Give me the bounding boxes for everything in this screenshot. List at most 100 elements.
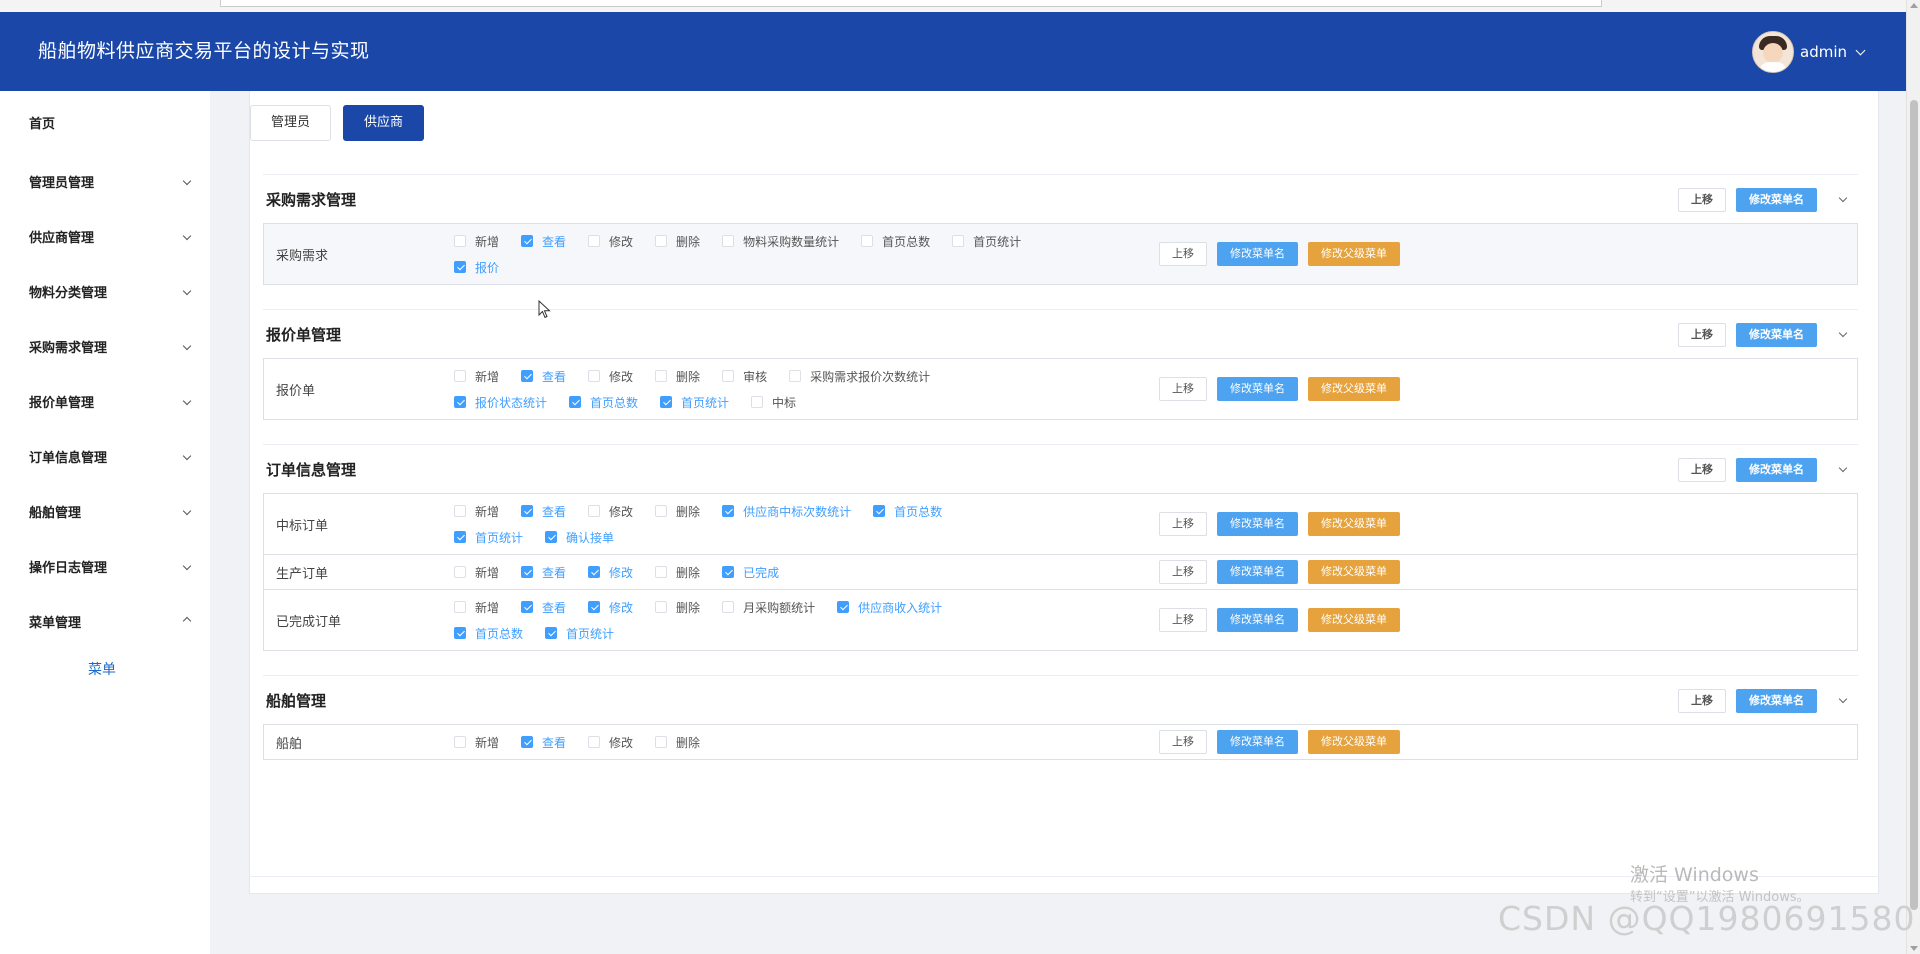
move-up-button[interactable]: 上移	[1159, 730, 1207, 754]
permission-checkbox[interactable]: 查看	[521, 231, 566, 251]
checkbox-checked-icon[interactable]	[454, 261, 466, 273]
checkbox-checked-icon[interactable]	[660, 396, 673, 408]
checkbox-icon[interactable]	[655, 505, 668, 517]
change-parent-menu-button[interactable]: 修改父级菜单	[1308, 377, 1400, 401]
permission-checkbox[interactable]: 新增	[454, 597, 499, 617]
collapse-toggle-icon[interactable]	[1838, 328, 1848, 338]
move-up-button[interactable]: 上移	[1159, 560, 1207, 584]
permission-checkbox[interactable]: 新增	[454, 231, 499, 251]
rename-menu-button[interactable]: 修改菜单名	[1217, 560, 1298, 584]
move-up-button[interactable]: 上移	[1678, 323, 1726, 347]
checkbox-icon[interactable]	[454, 235, 466, 247]
permission-checkbox[interactable]: 首页总数	[873, 501, 942, 521]
permission-checkbox[interactable]: 删除	[655, 597, 700, 617]
permission-checkbox[interactable]: 修改	[588, 562, 633, 582]
sidebar-subitem[interactable]: 菜单	[0, 649, 210, 689]
change-parent-menu-button[interactable]: 修改父级菜单	[1308, 730, 1400, 754]
permission-checkbox[interactable]: 查看	[521, 562, 566, 582]
checkbox-icon[interactable]	[655, 235, 668, 247]
collapse-toggle-icon[interactable]	[1838, 193, 1848, 203]
permission-checkbox[interactable]: 报价状态统计	[454, 392, 547, 412]
checkbox-icon[interactable]	[952, 235, 965, 247]
permission-checkbox[interactable]: 删除	[655, 562, 700, 582]
move-up-button[interactable]: 上移	[1159, 512, 1207, 536]
checkbox-icon[interactable]	[655, 566, 668, 578]
permission-checkbox[interactable]: 删除	[655, 231, 700, 251]
move-up-button[interactable]: 上移	[1159, 242, 1207, 266]
permission-checkbox[interactable]: 首页统计	[454, 527, 523, 547]
role-tab[interactable]: 管理员	[250, 105, 332, 141]
permission-checkbox[interactable]: 报价	[454, 257, 499, 277]
checkbox-icon[interactable]	[454, 736, 466, 748]
rename-menu-button[interactable]: 修改菜单名	[1217, 377, 1298, 401]
permission-checkbox[interactable]: 审核	[722, 366, 767, 386]
checkbox-icon[interactable]	[655, 601, 668, 613]
move-up-button[interactable]: 上移	[1678, 458, 1726, 482]
move-up-button[interactable]: 上移	[1678, 188, 1726, 212]
checkbox-icon[interactable]	[588, 235, 601, 247]
checkbox-icon[interactable]	[722, 235, 735, 247]
sidebar-item[interactable]: 报价单管理	[0, 374, 210, 429]
collapse-toggle-icon[interactable]	[1838, 463, 1848, 473]
permission-checkbox[interactable]: 修改	[588, 732, 633, 752]
checkbox-checked-icon[interactable]	[722, 566, 735, 578]
scroll-down-icon[interactable]	[1910, 946, 1918, 951]
checkbox-icon[interactable]	[454, 566, 466, 578]
move-up-button[interactable]: 上移	[1159, 377, 1207, 401]
permission-checkbox[interactable]: 供应商中标次数统计	[722, 501, 851, 521]
checkbox-icon[interactable]	[722, 370, 735, 382]
checkbox-icon[interactable]	[655, 370, 668, 382]
checkbox-icon[interactable]	[454, 370, 466, 382]
vertical-scrollbar[interactable]	[1906, 0, 1920, 954]
permission-checkbox[interactable]: 新增	[454, 501, 499, 521]
checkbox-icon[interactable]	[722, 601, 735, 613]
checkbox-checked-icon[interactable]	[837, 601, 850, 613]
permission-checkbox[interactable]: 修改	[588, 501, 633, 521]
checkbox-checked-icon[interactable]	[588, 601, 601, 613]
checkbox-icon[interactable]	[454, 505, 466, 517]
permission-checkbox[interactable]: 修改	[588, 231, 633, 251]
permission-checkbox[interactable]: 首页总数	[861, 231, 930, 251]
rename-menu-button[interactable]: 修改菜单名	[1736, 689, 1817, 713]
role-tab[interactable]: 供应商	[343, 105, 425, 141]
checkbox-icon[interactable]	[588, 505, 601, 517]
permission-checkbox[interactable]: 修改	[588, 366, 633, 386]
permission-checkbox[interactable]: 新增	[454, 366, 499, 386]
permission-checkbox[interactable]: 首页统计	[660, 392, 729, 412]
checkbox-checked-icon[interactable]	[873, 505, 886, 517]
permission-checkbox[interactable]: 查看	[521, 597, 566, 617]
permission-checkbox[interactable]: 查看	[521, 501, 566, 521]
avatar[interactable]	[1752, 31, 1794, 73]
permission-checkbox[interactable]: 已完成	[722, 562, 779, 582]
checkbox-checked-icon[interactable]	[722, 505, 735, 517]
permission-checkbox[interactable]: 供应商收入统计	[837, 597, 942, 617]
permission-checkbox[interactable]: 首页统计	[545, 623, 614, 643]
collapse-toggle-icon[interactable]	[1838, 694, 1848, 704]
permission-checkbox[interactable]: 中标	[751, 392, 796, 412]
sidebar-item[interactable]: 菜单管理	[0, 594, 210, 649]
checkbox-checked-icon[interactable]	[545, 627, 558, 639]
permission-checkbox[interactable]: 首页总数	[454, 623, 523, 643]
move-up-button[interactable]: 上移	[1159, 608, 1207, 632]
sidebar-item[interactable]: 船舶管理	[0, 484, 210, 539]
checkbox-checked-icon[interactable]	[521, 235, 534, 247]
checkbox-icon[interactable]	[588, 370, 601, 382]
user-menu[interactable]: admin	[1752, 31, 1866, 73]
checkbox-checked-icon[interactable]	[521, 566, 534, 578]
change-parent-menu-button[interactable]: 修改父级菜单	[1308, 608, 1400, 632]
permission-checkbox[interactable]: 物料采购数量统计	[722, 231, 839, 251]
permission-checkbox[interactable]: 首页总数	[569, 392, 638, 412]
checkbox-checked-icon[interactable]	[454, 531, 466, 543]
checkbox-checked-icon[interactable]	[521, 370, 534, 382]
permission-checkbox[interactable]: 删除	[655, 501, 700, 521]
checkbox-icon[interactable]	[454, 601, 466, 613]
checkbox-checked-icon[interactable]	[454, 396, 466, 408]
change-parent-menu-button[interactable]: 修改父级菜单	[1308, 560, 1400, 584]
sidebar-item[interactable]: 采购需求管理	[0, 319, 210, 374]
checkbox-icon[interactable]	[588, 736, 601, 748]
permission-checkbox[interactable]: 确认接单	[545, 527, 614, 547]
checkbox-checked-icon[interactable]	[588, 566, 601, 578]
permission-checkbox[interactable]: 删除	[655, 732, 700, 752]
checkbox-checked-icon[interactable]	[454, 627, 466, 639]
scroll-thumb[interactable]	[1910, 100, 1918, 910]
